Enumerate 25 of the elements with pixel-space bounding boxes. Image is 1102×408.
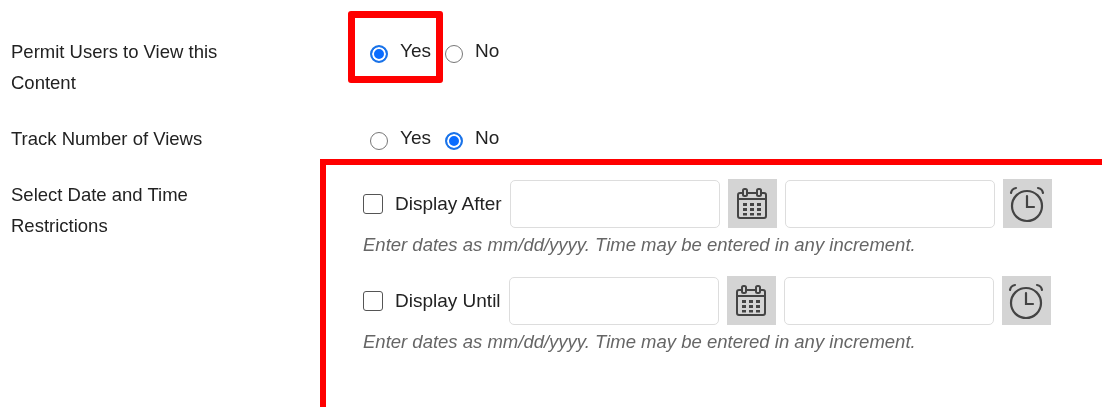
hint-text: Enter dates as mm/dd/yyyy. Time may be entered in any increment.: [363, 234, 917, 256]
hint-text: Enter dates as mm/dd/yyyy. Time may be entered in any increment.: [363, 331, 917, 353]
checkbox-label: Display Until: [395, 289, 501, 312]
time-field[interactable]: [784, 179, 995, 228]
field-label: Track Number of Views: [10, 127, 204, 151]
date-field[interactable]: [509, 179, 720, 228]
option-label: Yes: [400, 127, 431, 149]
option-label: No: [475, 40, 500, 62]
radio-button[interactable]: [445, 45, 463, 63]
clock-button[interactable]: [1001, 276, 1051, 325]
time-field[interactable]: [783, 276, 994, 325]
field-label: Select Date and Time Restrictions: [10, 183, 189, 238]
option-label: Yes: [400, 40, 431, 62]
calendar-button[interactable]: [726, 276, 776, 325]
field-label: Permit Users to View this Content: [10, 40, 219, 95]
radio-button[interactable]: [370, 45, 388, 63]
radio-button[interactable]: [370, 132, 388, 150]
checkbox-label: Display After: [395, 192, 502, 215]
calendar-button[interactable]: [727, 179, 777, 228]
option-label: No: [475, 127, 500, 149]
checkbox[interactable]: [363, 290, 383, 311]
radio-button[interactable]: [445, 132, 463, 150]
clock-button[interactable]: [1002, 179, 1052, 228]
date-field[interactable]: [508, 276, 719, 325]
checkbox[interactable]: [363, 193, 383, 214]
